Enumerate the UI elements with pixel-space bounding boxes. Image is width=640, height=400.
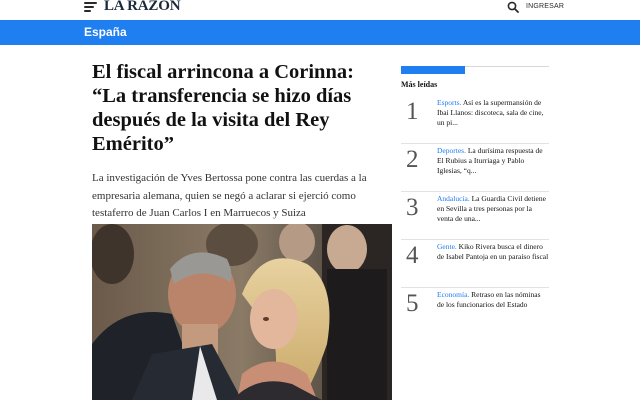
list-item-category[interactable]: Andalucía. [437, 194, 470, 203]
section-label[interactable]: España [84, 25, 127, 39]
list-item[interactable]: 4 Gente. Kiko Rivera busca el dinero de … [401, 240, 549, 288]
list-item-category[interactable]: Deportes. [437, 146, 466, 155]
sidebar-title: Más leídas [401, 80, 438, 89]
list-item-category[interactable]: Gente. [437, 242, 457, 251]
list-item[interactable]: 3 Andalucía. La Guardia Civil detiene en… [401, 192, 549, 240]
article-summary: La investigación de Yves Bertossa pone c… [92, 172, 367, 219]
list-item-text[interactable]: Economía. Retraso en las nóminas de los … [437, 290, 549, 310]
list-item-text[interactable]: Deportes. La durísima respuesta de El Ru… [437, 146, 549, 176]
list-item-category[interactable]: Esports. [437, 98, 461, 107]
list-item-category[interactable]: Economía. [437, 290, 469, 299]
article-headline: El fiscal arrincona a Corinna: “La trans… [92, 61, 354, 155]
hamburger-menu-icon[interactable] [84, 2, 98, 13]
article-photo [92, 224, 392, 400]
sidebar-accent-tab [401, 66, 465, 74]
rank-number: 1 [406, 98, 419, 125]
rank-number: 2 [406, 146, 419, 173]
login-link[interactable]: INGRESAR [526, 3, 564, 10]
list-item[interactable]: 5 Economía. Retraso en las nóminas de lo… [401, 288, 549, 336]
rank-number: 4 [406, 242, 419, 269]
list-item-text[interactable]: Esports. Así es la supermansión de Ibai … [437, 98, 549, 128]
search-icon[interactable] [507, 1, 519, 13]
rank-number: 3 [406, 194, 419, 221]
list-item[interactable]: 1 Esports. Así es la supermansión de Iba… [401, 96, 549, 144]
most-read-list: 1 Esports. Así es la supermansión de Iba… [401, 96, 549, 336]
top-bar: LA RAZÓN INGRESAR [0, 0, 640, 20]
section-bar: España [0, 20, 640, 45]
list-item-text[interactable]: Gente. Kiko Rivera busca el dinero de Is… [437, 242, 549, 262]
rank-number: 5 [406, 290, 419, 317]
list-item[interactable]: 2 Deportes. La durísima respuesta de El … [401, 144, 549, 192]
site-logo[interactable]: LA RAZÓN [104, 0, 181, 15]
list-item-text[interactable]: Andalucía. La Guardia Civil detiene en S… [437, 194, 549, 224]
